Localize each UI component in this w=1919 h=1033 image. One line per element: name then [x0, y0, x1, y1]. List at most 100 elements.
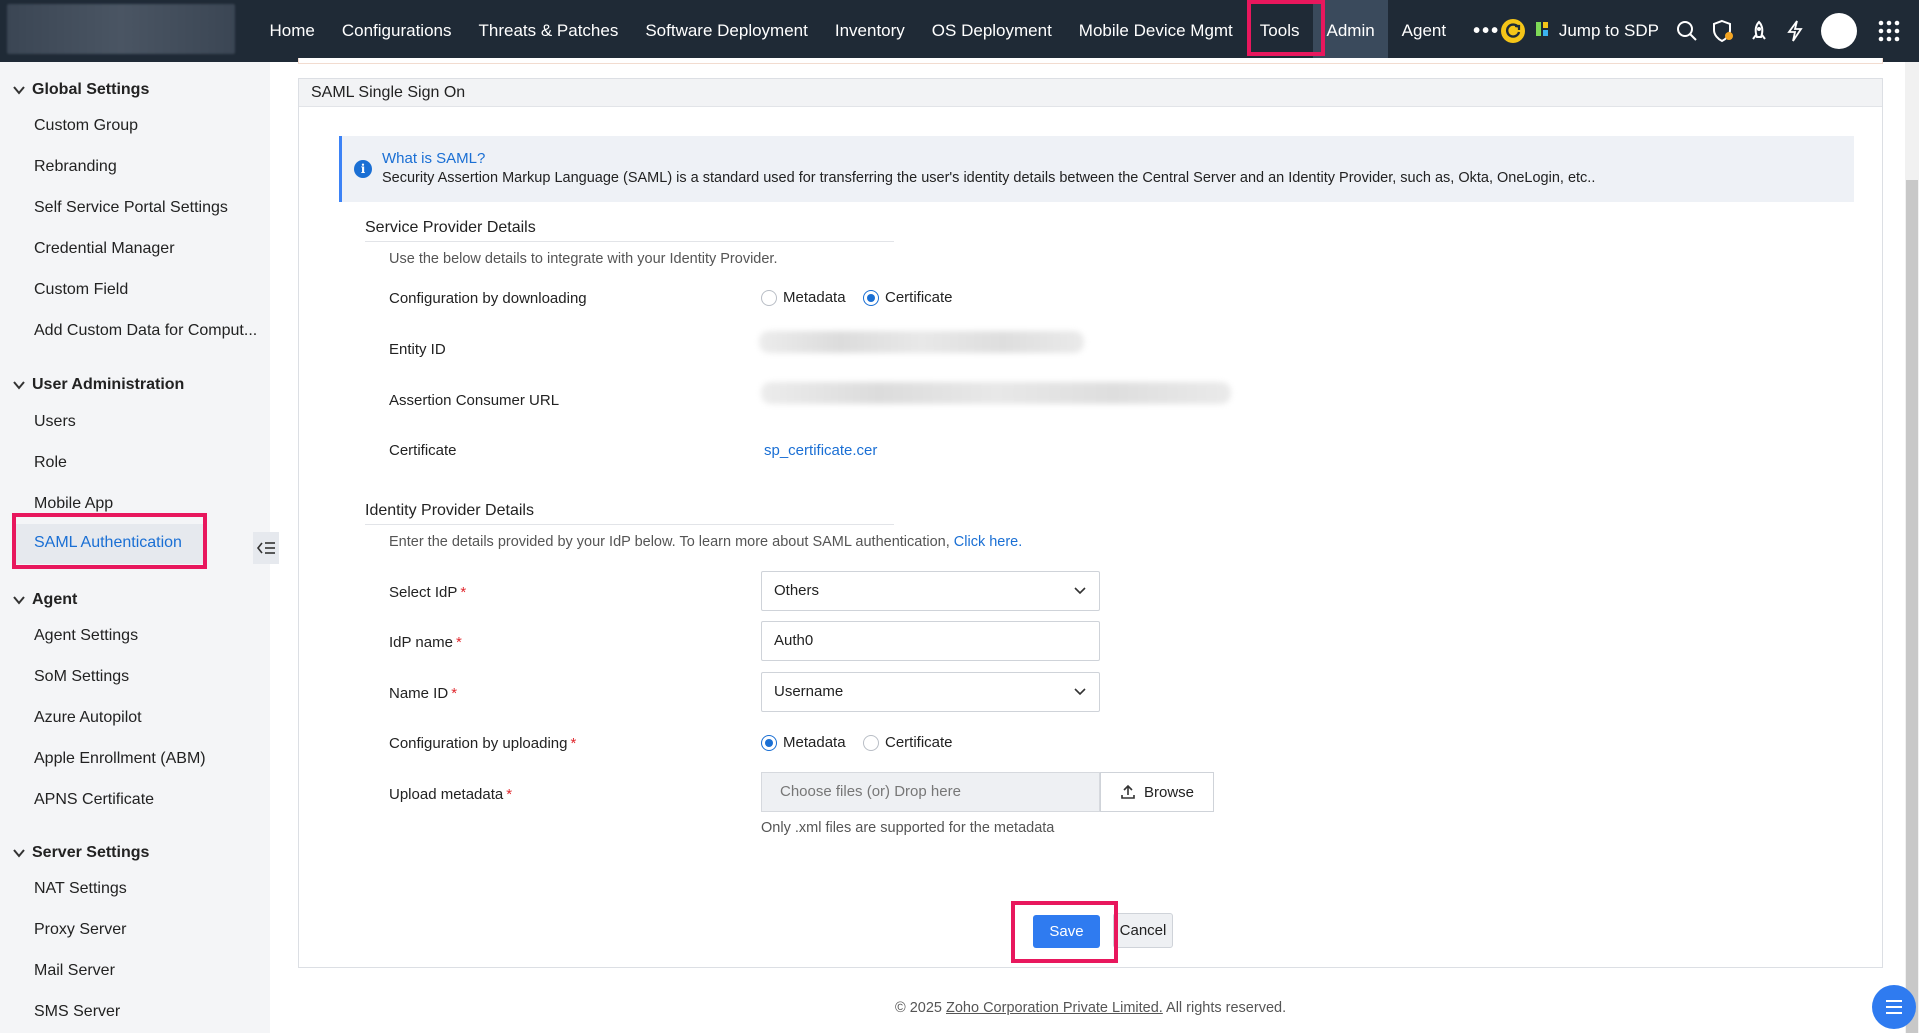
acs-url-label: Assertion Consumer URL	[389, 392, 560, 409]
nav-inventory[interactable]: Inventory	[821, 0, 918, 62]
nav-software-deployment[interactable]: Software Deployment	[632, 0, 822, 62]
saml-card: SAML Single Sign On i What is SAML? Secu…	[298, 78, 1883, 968]
footer-prefix: © 2025	[895, 1000, 946, 1016]
section-server-settings[interactable]: Server Settings	[12, 844, 149, 862]
sidebar-item-azure-autopilot[interactable]: Azure Autopilot	[34, 709, 142, 727]
nav-admin[interactable]: Admin	[1312, 0, 1389, 62]
sidebar-item-rebranding[interactable]: Rebranding	[34, 158, 117, 176]
search-icon[interactable]	[1669, 13, 1705, 49]
page-title: SAML Single Sign On	[299, 79, 1882, 107]
sidebar-item-proxy-server[interactable]: Proxy Server	[34, 921, 126, 939]
sp-section-title: Service Provider Details	[365, 219, 536, 236]
entity-id-label: Entity ID	[389, 341, 446, 358]
radio-upload-certificate[interactable]: Certificate	[863, 734, 953, 751]
radio-download-metadata[interactable]: Metadata	[761, 289, 846, 306]
radio-label: Metadata	[783, 289, 846, 306]
nav-os-deployment[interactable]: OS Deployment	[918, 0, 1065, 62]
sidebar-item-nat-settings[interactable]: NAT Settings	[34, 880, 127, 898]
select-idp-value: Others	[774, 582, 820, 599]
sidebar-item-apple-enrollment[interactable]: Apple Enrollment (ABM)	[34, 750, 206, 768]
what-is-saml-link[interactable]: What is SAML?	[382, 150, 485, 167]
top-right-tools: Jump to SDP	[1495, 0, 1919, 62]
chevron-down-icon	[13, 849, 25, 858]
product-logo[interactable]	[7, 4, 235, 54]
top-navigation-bar: Home Configurations Threats & Patches So…	[0, 0, 1919, 62]
sidebar-item-mobile-app[interactable]: Mobile App	[34, 495, 113, 513]
idp-description-text: Enter the details provided by your IdP b…	[389, 534, 954, 550]
sidebar-item-agent-settings[interactable]: Agent Settings	[34, 627, 138, 645]
jump-to-sdp-link[interactable]: Jump to SDP	[1535, 20, 1659, 43]
sidebar-item-mail-server[interactable]: Mail Server	[34, 962, 115, 980]
sidebar-item-custom-field[interactable]: Custom Field	[34, 281, 128, 299]
section-global-settings[interactable]: Global Settings	[12, 81, 149, 99]
radio-label: Metadata	[783, 734, 846, 751]
collapse-sidebar-button[interactable]	[253, 532, 279, 564]
sidebar-item-saml-authentication[interactable]: SAML Authentication	[34, 534, 182, 552]
chevron-down-icon	[1074, 587, 1086, 595]
scrollbar-thumb[interactable]	[1906, 180, 1918, 1033]
upload-hint: Only .xml files are supported for the me…	[761, 820, 1055, 836]
name-id-value: Username	[774, 683, 844, 700]
certificate-label: Certificate	[389, 442, 457, 459]
sidebar-item-sms-server[interactable]: SMS Server	[34, 1003, 120, 1021]
chevron-down-icon	[13, 381, 25, 390]
sidebar-item-credential-manager[interactable]: Credential Manager	[34, 240, 175, 258]
entity-id-value-redacted	[759, 331, 1084, 353]
chevron-down-icon	[13, 86, 25, 95]
radio-download-certificate[interactable]: Certificate	[863, 289, 953, 306]
main-content: SAML Single Sign On i What is SAML? Secu…	[298, 60, 1883, 970]
rocket-icon[interactable]	[1741, 13, 1777, 49]
chevron-down-icon	[13, 596, 25, 605]
collapse-menu-icon	[256, 542, 275, 554]
sidebar-item-role[interactable]: Role	[34, 454, 67, 472]
floating-menu-button[interactable]	[1872, 985, 1916, 1029]
sidebar-item-apns-certificate[interactable]: APNS Certificate	[34, 791, 154, 809]
main-nav: Home Configurations Threats & Patches So…	[256, 0, 1514, 62]
section-user-administration[interactable]: User Administration	[12, 376, 184, 394]
browse-button[interactable]: Browse	[1100, 772, 1214, 812]
nav-home[interactable]: Home	[256, 0, 328, 62]
info-text: Security Assertion Markup Language (SAML…	[382, 170, 1596, 186]
radio-circle	[761, 289, 777, 306]
user-avatar[interactable]	[1821, 13, 1857, 49]
sidebar-item-som-settings[interactable]: SoM Settings	[34, 668, 129, 686]
radio-upload-metadata[interactable]: Metadata	[761, 734, 846, 751]
nav-agent[interactable]: Agent	[1388, 0, 1459, 62]
idp-name-input[interactable]: Auth0	[761, 621, 1100, 661]
radio-circle-selected	[761, 734, 777, 751]
nav-configurations[interactable]: Configurations	[328, 0, 465, 62]
footer-suffix: All rights reserved.	[1162, 1000, 1287, 1016]
sidebar-item-custom-data[interactable]: Add Custom Data for Comput...	[34, 322, 257, 340]
save-button[interactable]: Save	[1033, 915, 1100, 948]
lightning-icon[interactable]	[1777, 13, 1813, 49]
nav-tools[interactable]: Tools	[1246, 0, 1313, 62]
certificate-download-link[interactable]: sp_certificate.cer	[764, 442, 877, 459]
nav-mobile-device-mgmt[interactable]: Mobile Device Mgmt	[1065, 0, 1246, 62]
upload-icon	[1121, 784, 1135, 799]
shield-alert-icon[interactable]	[1705, 13, 1741, 49]
sidebar-item-custom-group[interactable]: Custom Group	[34, 117, 138, 135]
apps-grid-icon[interactable]	[1871, 13, 1907, 49]
section-agent[interactable]: Agent	[12, 591, 77, 609]
nav-threats-patches[interactable]: Threats & Patches	[465, 0, 632, 62]
file-drop-zone[interactable]: Choose files (or) Drop here	[761, 772, 1100, 812]
radio-label: Certificate	[885, 734, 953, 751]
learn-more-link[interactable]: Click here.	[954, 534, 1023, 550]
sidebar-item-self-service-portal[interactable]: Self Service Portal Settings	[34, 199, 228, 217]
idp-description: Enter the details provided by your IdP b…	[389, 534, 1022, 550]
sidebar-item-users[interactable]: Users	[34, 413, 76, 431]
radio-label: Certificate	[885, 289, 953, 306]
name-id-dropdown[interactable]: Username	[761, 672, 1100, 712]
info-banner: i What is SAML? Security Assertion Marku…	[339, 136, 1854, 202]
cancel-button[interactable]: Cancel	[1113, 913, 1173, 948]
company-link[interactable]: Zoho Corporation Private Limited.	[946, 1000, 1163, 1016]
info-icon: i	[354, 160, 372, 178]
select-idp-dropdown[interactable]: Others	[761, 571, 1100, 611]
refresh-icon[interactable]	[1495, 13, 1531, 49]
radio-circle-selected	[863, 289, 879, 306]
acs-url-value-redacted	[761, 382, 1231, 404]
radio-circle	[863, 734, 879, 751]
idp-section-title: Identity Provider Details	[365, 502, 534, 519]
section-title: Server Settings	[32, 844, 150, 861]
sp-description: Use the below details to integrate with …	[389, 251, 778, 267]
